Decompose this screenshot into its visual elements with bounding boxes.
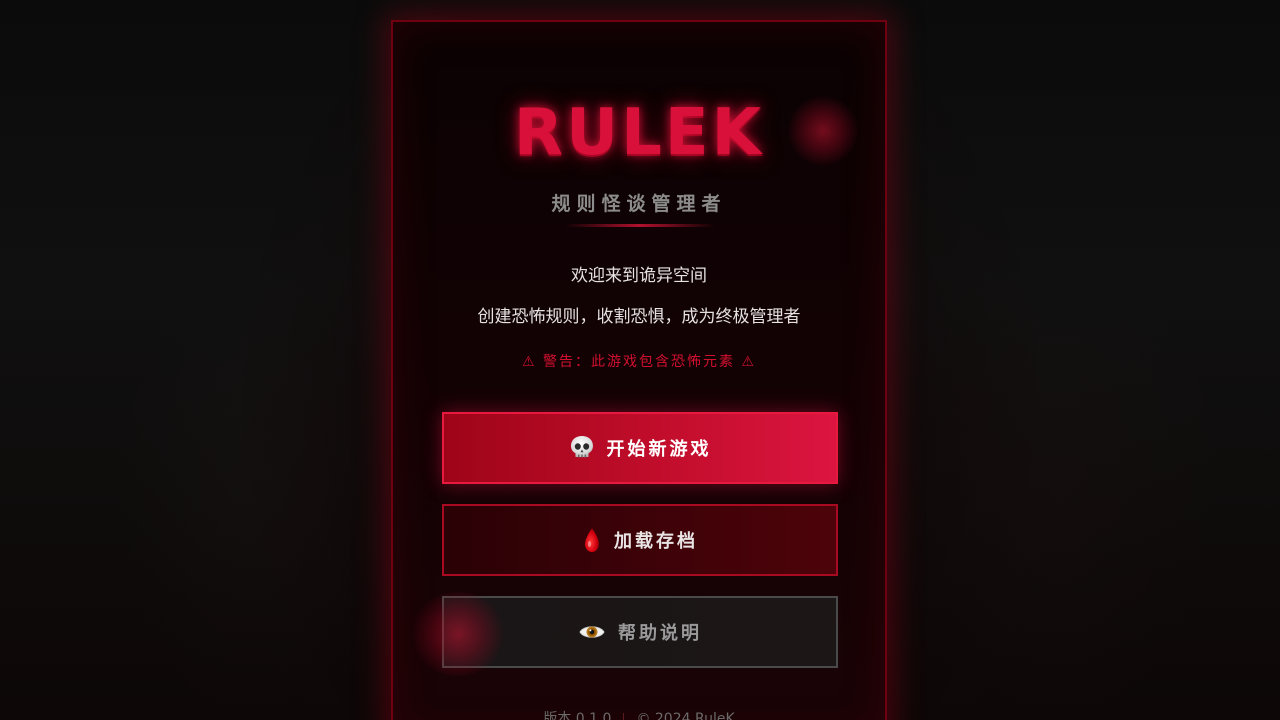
blood-drop-icon: [582, 526, 602, 554]
horror-warning: ⚠ 警告：此游戏包含恐怖元素 ⚠: [521, 354, 756, 370]
footer: 版本 0.1.0 © 2024 RuleK: [391, 708, 887, 720]
welcome-text: 欢迎来到诡异空间: [571, 266, 707, 286]
title-divider: [565, 224, 715, 227]
eye-icon: [578, 621, 606, 643]
help-label: 帮助说明: [618, 623, 702, 644]
skull-icon: [569, 434, 595, 462]
glow-orb: [410, 592, 506, 676]
load-save-button[interactable]: 加载存档: [442, 504, 838, 576]
new-game-button[interactable]: 开始新游戏: [442, 412, 838, 484]
game-subtitle: 规则怪谈管理者: [551, 193, 727, 215]
copyright-text: © 2024 RuleK: [636, 711, 735, 720]
version-text: 版本 0.1.0: [543, 711, 612, 720]
tagline-text: 创建恐怖规则，收割恐惧，成为终极管理者: [477, 307, 801, 327]
load-save-label: 加载存档: [614, 531, 698, 552]
footer-separator: [623, 713, 625, 720]
game-logo: RULEK: [513, 96, 765, 170]
new-game-label: 开始新游戏: [606, 439, 712, 460]
start-screen: RULEK 规则怪谈管理者 欢迎来到诡异空间 创建恐怖规则，收割恐惧，成为终极管…: [0, 0, 1280, 720]
